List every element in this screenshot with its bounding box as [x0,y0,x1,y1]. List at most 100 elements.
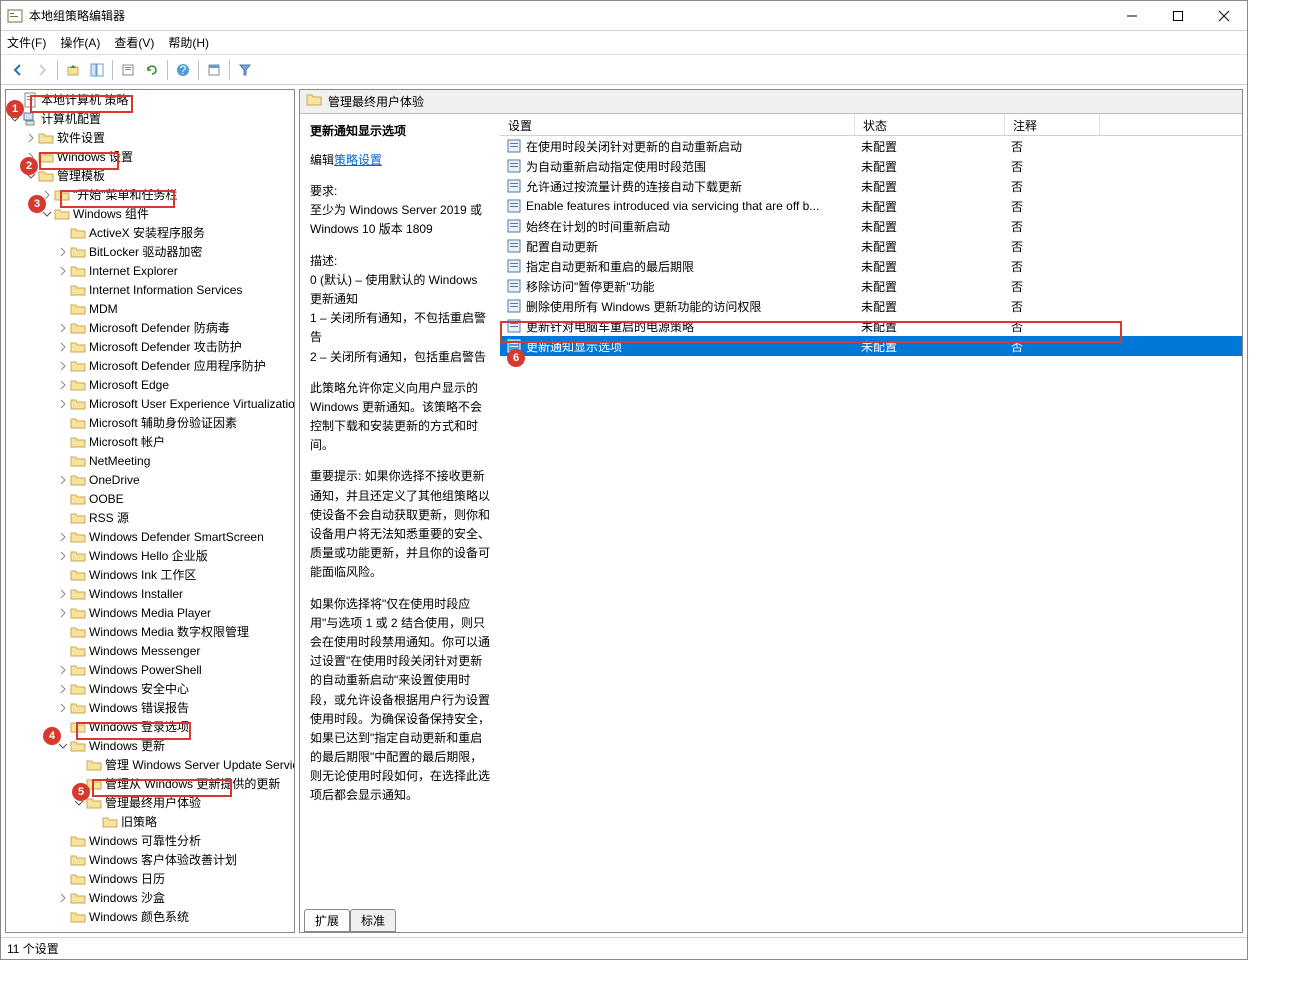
expand-icon[interactable] [56,682,70,696]
tree-root[interactable]: 本地计算机 策略 [6,90,294,109]
tree-item[interactable]: BitLocker 驱动器加密 [6,242,294,261]
tree-item[interactable]: Microsoft 辅助身份验证因素 [6,413,294,432]
expand-icon[interactable] [56,872,70,886]
expand-icon[interactable] [56,302,70,316]
tree-item[interactable]: Microsoft User Experience Virtualization [6,394,294,413]
expand-icon[interactable] [56,435,70,449]
list-row[interactable]: 允许通过按流量计费的连接自动下载更新未配置否 [500,176,1242,196]
expand-icon[interactable] [56,834,70,848]
expand-icon[interactable] [56,473,70,487]
expand-icon[interactable] [56,910,70,924]
expand-icon[interactable] [56,606,70,620]
refresh-button[interactable] [141,59,163,81]
tree-software[interactable]: 软件设置 [6,128,294,147]
expand-icon[interactable] [56,663,70,677]
tree-item[interactable]: Windows 日历 [6,869,294,888]
tree-item[interactable]: RSS 源 [6,508,294,527]
list-row[interactable]: 更新通知显示选项未配置否 [500,336,1242,356]
col-setting[interactable]: 设置 [500,114,855,135]
expand-icon[interactable] [56,359,70,373]
expand-icon[interactable] [56,397,70,411]
tree-item[interactable]: Windows Media 数字权限管理 [6,622,294,641]
expand-icon[interactable] [56,587,70,601]
tree-old-policy[interactable]: 旧策略 [6,812,294,831]
forward-button[interactable] [31,59,53,81]
expand-icon[interactable] [56,492,70,506]
expand-icon[interactable] [88,815,102,829]
tree-item[interactable]: Windows 可靠性分析 [6,831,294,850]
tree-item[interactable]: Microsoft 帐户 [6,432,294,451]
tree-item[interactable]: Windows Media Player [6,603,294,622]
back-button[interactable] [7,59,29,81]
export-button[interactable] [117,59,139,81]
tree-item[interactable]: Windows Messenger [6,641,294,660]
tab-standard[interactable]: 标准 [350,909,396,932]
list-row[interactable]: 为自动重新启动指定使用时段范围未配置否 [500,156,1242,176]
tree-item[interactable]: OneDrive [6,470,294,489]
expand-icon[interactable] [72,758,86,772]
tree-start-taskbar[interactable]: "开始"菜单和任务栏 [6,185,294,204]
tree-item[interactable]: Windows Hello 企业版 [6,546,294,565]
list-row[interactable]: 始终在计划的时间重新启动未配置否 [500,216,1242,236]
tree-item[interactable]: MDM [6,299,294,318]
tree-item[interactable]: Windows Ink 工作区 [6,565,294,584]
tree-pane[interactable]: 本地计算机 策略计算机配置软件设置Windows 设置管理模板"开始"菜单和任务… [5,89,295,933]
col-state[interactable]: 状态 [855,114,1005,135]
tree-item[interactable]: NetMeeting [6,451,294,470]
tree-item[interactable]: 管理 Windows Server Update Services [6,755,294,774]
menu-action[interactable]: 操作(A) [60,34,100,51]
tree-item[interactable]: Windows 颜色系统 [6,907,294,926]
tree-item[interactable]: OOBE [6,489,294,508]
expand-icon[interactable] [56,321,70,335]
tree-admin-templates[interactable]: 管理模板 [6,166,294,185]
tree-item[interactable]: Windows 客户体验改善计划 [6,850,294,869]
tree-win-settings[interactable]: Windows 设置 [6,147,294,166]
menu-file[interactable]: 文件(F) [7,34,46,51]
expand-icon[interactable] [56,340,70,354]
menu-view[interactable]: 查看(V) [114,34,154,51]
tree-item[interactable]: Internet Information Services [6,280,294,299]
tree-item[interactable]: ActiveX 安装程序服务 [6,223,294,242]
list-row[interactable]: 移除访问"暂停更新"功能未配置否 [500,276,1242,296]
tree-item[interactable]: Microsoft Defender 攻击防护 [6,337,294,356]
expand-icon[interactable] [56,625,70,639]
expand-icon[interactable] [56,530,70,544]
expand-icon[interactable] [56,549,70,563]
close-button[interactable] [1201,1,1247,31]
expand-icon[interactable] [56,226,70,240]
filter-button[interactable] [234,59,256,81]
show-hide-tree-button[interactable] [86,59,108,81]
properties-button[interactable] [203,59,225,81]
tree-win-components[interactable]: Windows 组件 [6,204,294,223]
col-note[interactable]: 注释 [1005,114,1100,135]
list-row[interactable]: 指定自动更新和重启的最后期限未配置否 [500,256,1242,276]
expand-icon[interactable] [56,454,70,468]
tree-item[interactable]: Windows Defender SmartScreen [6,527,294,546]
tree-item[interactable]: Microsoft Defender 防病毒 [6,318,294,337]
up-button[interactable] [62,59,84,81]
tree-item[interactable]: 管理从 Windows 更新提供的更新 [6,774,294,793]
help-button[interactable]: ? [172,59,194,81]
list-row[interactable]: 在使用时段关闭针对更新的自动重新启动未配置否 [500,136,1242,156]
list-row[interactable]: Enable features introduced via servicing… [500,196,1242,216]
tree-item[interactable]: Windows 沙盒 [6,888,294,907]
list-row[interactable]: 配置自动更新未配置否 [500,236,1242,256]
tree-item[interactable]: Windows 安全中心 [6,679,294,698]
tree-item[interactable]: Windows 错误报告 [6,698,294,717]
edit-policy-link[interactable]: 策略设置 [334,153,382,167]
tab-extended[interactable]: 扩展 [304,909,350,932]
expand-icon[interactable] [56,245,70,259]
list-row[interactable]: 更新针对电脑车重启的电源策略未配置否 [500,316,1242,336]
expand-icon[interactable] [56,644,70,658]
tree-item[interactable]: Windows PowerShell [6,660,294,679]
expand-icon[interactable] [24,131,38,145]
expand-icon[interactable] [56,701,70,715]
tree-item[interactable]: Microsoft Defender 应用程序防护 [6,356,294,375]
tree-enduser-experience[interactable]: 管理最终用户体验 [6,793,294,812]
expand-icon[interactable] [56,511,70,525]
expand-icon[interactable] [56,378,70,392]
expand-icon[interactable] [56,264,70,278]
list-row[interactable]: 删除使用所有 Windows 更新功能的访问权限未配置否 [500,296,1242,316]
tree-computer-config[interactable]: 计算机配置 [6,109,294,128]
maximize-button[interactable] [1155,1,1201,31]
